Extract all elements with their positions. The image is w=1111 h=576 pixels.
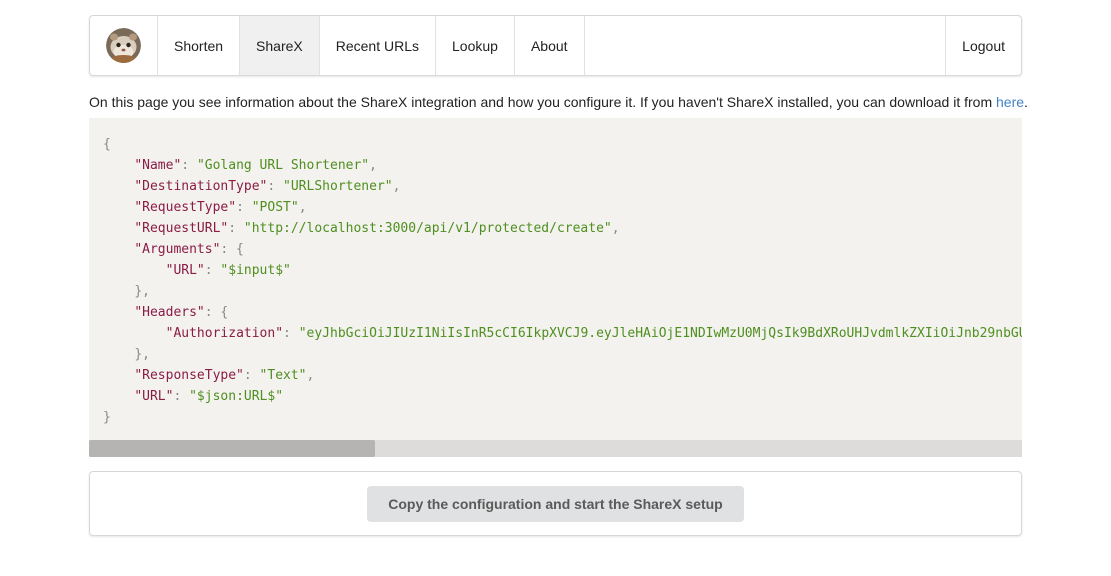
json-val-authorization: "eyJhbGciOiJIUzI1NiIsInR5cCI6IkpXVCJ9.ey… bbox=[298, 326, 1022, 341]
config-json: { "Name": "Golang URL Shortener", "Desti… bbox=[89, 118, 1022, 428]
json-val-request-url: "http://localhost:3000/api/v1/protected/… bbox=[243, 221, 612, 236]
horizontal-scrollbar[interactable] bbox=[89, 440, 1022, 457]
json-key-authorization: "Authorization" bbox=[165, 326, 284, 341]
json-close-brace: } bbox=[103, 410, 111, 425]
json-val-name: "Golang URL Shortener" bbox=[196, 158, 370, 173]
json-key-url: "URL" bbox=[134, 389, 174, 404]
nav-logout[interactable]: Logout bbox=[945, 16, 1021, 75]
json-val-url: "$json:URL$" bbox=[189, 389, 284, 404]
json-val-arguments-url: "$input$" bbox=[220, 263, 291, 278]
json-key-destination-type: "DestinationType" bbox=[134, 179, 268, 194]
intro-paragraph: On this page you see information about t… bbox=[89, 93, 1028, 111]
json-key-name: "Name" bbox=[134, 158, 182, 173]
intro-end: . bbox=[1024, 94, 1028, 110]
nav-sharex[interactable]: ShareX bbox=[240, 16, 320, 75]
json-key-request-url: "RequestURL" bbox=[134, 221, 229, 236]
nav-about[interactable]: About bbox=[515, 16, 585, 75]
setup-segment: Copy the configuration and start the Sha… bbox=[89, 471, 1022, 536]
json-key-headers: "Headers" bbox=[134, 305, 205, 320]
logo-cell[interactable] bbox=[90, 16, 158, 75]
scrollbar-thumb[interactable] bbox=[89, 440, 375, 457]
config-code-block: { "Name": "Golang URL Shortener", "Desti… bbox=[89, 118, 1022, 457]
json-val-request-type: "POST" bbox=[251, 200, 299, 215]
json-key-arguments-url: "URL" bbox=[165, 263, 205, 278]
json-val-response-type: "Text" bbox=[259, 368, 307, 383]
json-key-response-type: "ResponseType" bbox=[134, 368, 244, 383]
nav-lookup[interactable]: Lookup bbox=[436, 16, 515, 75]
json-open-brace: { bbox=[103, 137, 111, 152]
download-link[interactable]: here bbox=[996, 94, 1024, 110]
nav-shorten[interactable]: Shorten bbox=[158, 16, 241, 75]
copy-config-button[interactable]: Copy the configuration and start the Sha… bbox=[367, 485, 744, 522]
avatar bbox=[106, 28, 141, 63]
json-val-destination-type: "URLShortener" bbox=[283, 179, 393, 194]
json-key-request-type: "RequestType" bbox=[134, 200, 237, 215]
intro-text: On this page you see information about t… bbox=[89, 94, 997, 110]
json-key-arguments: "Arguments" bbox=[134, 242, 221, 257]
nav-recent-urls[interactable]: Recent URLs bbox=[320, 16, 437, 75]
top-navbar: Shorten ShareX Recent URLs Lookup About … bbox=[89, 15, 1022, 76]
